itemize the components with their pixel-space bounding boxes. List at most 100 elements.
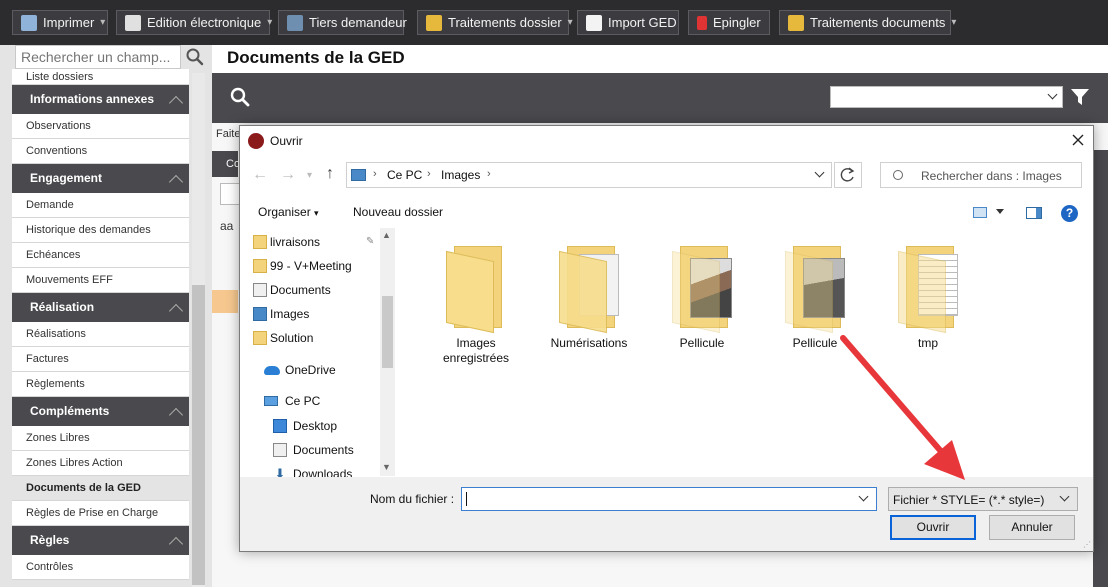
sidebar-section-complements[interactable]: Compléments (12, 397, 189, 426)
filetype-select[interactable]: Fichier * STYLE= (*.* style=) (888, 487, 1078, 511)
help-icon[interactable]: ? (1061, 205, 1078, 222)
search-icon (893, 170, 903, 180)
open-button[interactable]: Ouvrir (890, 515, 976, 540)
nav-item-meeting[interactable]: 99 - V+Meeting (253, 259, 352, 273)
sidebar-item-label: Observations (26, 120, 91, 132)
file-item-label: Images enregistrées (442, 336, 510, 365)
sidebar-item-label: Règles de Prise en Charge (26, 507, 159, 519)
nav-item-ce-pc[interactable]: Ce PC (264, 394, 320, 408)
nav-item-solution[interactable]: Solution (253, 331, 313, 345)
sidebar-section-informations-annexes[interactable]: Informations annexes (12, 85, 189, 114)
scroll-up-icon[interactable]: ▲ (382, 230, 391, 240)
sidebar-item-documents-ged[interactable]: Documents de la GED (12, 476, 189, 501)
sidebar-item-controles[interactable]: Contrôles (12, 555, 189, 580)
back-arrow-icon[interactable]: ← (252, 166, 268, 184)
sidebar-item-label: Zones Libres Action (26, 457, 123, 469)
refresh-button[interactable] (834, 162, 862, 188)
nav-item-desktop[interactable]: Desktop (273, 419, 338, 433)
search-icon[interactable] (229, 86, 251, 108)
breadcrumb-images[interactable]: Images (441, 168, 480, 182)
sidebar-item-conventions[interactable]: Conventions (12, 139, 189, 164)
pictures-icon (253, 307, 267, 321)
sidebar-item-reglements[interactable]: Règlements (12, 372, 189, 397)
nav-pane-scroll-thumb[interactable] (382, 296, 393, 368)
sidebar-item-factures[interactable]: Factures (12, 347, 189, 372)
sidebar-section-regles[interactable]: Règles (12, 526, 189, 555)
process-icon (788, 14, 804, 31)
file-item-pellicule-1[interactable]: Pellicule (652, 228, 752, 351)
folder-search-input[interactable]: Rechercher dans : Images (880, 162, 1082, 188)
sidebar-item-label: Mouvements EFF (26, 274, 113, 286)
sidebar-item-demande[interactable]: Demande (12, 193, 189, 218)
sidebar-item-zones-libres[interactable]: Zones Libres (12, 426, 189, 451)
file-item-numerisations[interactable]: Numérisations (539, 228, 639, 351)
nav-item-livraisons[interactable]: livraisons (253, 235, 320, 249)
resize-grip-icon[interactable]: ⋰ (1083, 540, 1091, 549)
chevron-down-icon[interactable] (996, 209, 1004, 214)
third-party-button[interactable]: Tiers demandeur (278, 10, 407, 35)
up-arrow-icon[interactable]: ↑ (326, 165, 334, 183)
nav-item-label: Images (270, 307, 310, 321)
chevron-up-icon (168, 174, 184, 190)
filter-icon[interactable] (1070, 88, 1090, 106)
dialog-titlebar[interactable]: Ouvrir (240, 126, 1093, 156)
search-icon[interactable] (185, 47, 205, 67)
file-item-pellicule-2[interactable]: Pellicule (765, 228, 865, 351)
nav-item-label: Desktop (293, 419, 338, 433)
field-search-input[interactable] (15, 45, 181, 69)
electronic-edition-label: Edition électronique (147, 15, 262, 30)
chevron-down-icon[interactable] (858, 491, 869, 502)
nav-item-images[interactable]: Images (253, 307, 310, 321)
electronic-edition-button[interactable]: Edition électronique ▾ (116, 10, 272, 35)
new-folder-button[interactable]: Nouveau dossier (353, 205, 443, 219)
sidebar-section-realisation[interactable]: Réalisation (12, 293, 189, 322)
filetype-value: Fichier * STYLE= (*.* style=) (893, 493, 1045, 507)
breadcrumb-ce-pc[interactable]: Ce PC (387, 168, 422, 182)
document-edit-icon (125, 14, 141, 31)
organize-menu[interactable]: Organiser ▾ (258, 205, 319, 219)
section-label: Compléments (30, 404, 110, 418)
document-icon (273, 443, 287, 457)
pin-button[interactable]: Epingler (688, 10, 770, 35)
table-row-highlight[interactable] (212, 290, 238, 313)
filename-input[interactable] (461, 487, 877, 511)
nav-item-onedrive[interactable]: OneDrive (264, 363, 336, 377)
recent-chevron-icon[interactable]: ▾ (307, 170, 312, 181)
nav-item-documents[interactable]: Documents (253, 283, 331, 297)
nav-item-label: Documents (270, 283, 331, 297)
filter-dropdown[interactable] (830, 86, 1063, 108)
close-icon[interactable] (1070, 132, 1086, 148)
sidebar-item-echeances[interactable]: Echéances (12, 243, 189, 268)
sidebar-item-observations[interactable]: Observations (12, 114, 189, 139)
file-item-tmp[interactable]: tmp (878, 228, 978, 351)
cancel-button[interactable]: Annuler (989, 515, 1075, 540)
file-item-label: Numérisations (550, 336, 628, 350)
sidebar-list: Liste dossiers Informations annexes Obse… (12, 69, 189, 580)
sidebar-item-historique[interactable]: Historique des demandes (12, 218, 189, 243)
import-ged-button[interactable]: Import GED (577, 10, 679, 35)
sidebar-item-zones-libres-action[interactable]: Zones Libres Action (12, 451, 189, 476)
sidebar-item-regles-prise-en-charge[interactable]: Règles de Prise en Charge (12, 501, 189, 526)
case-processing-button[interactable]: Traitements dossier ▾ (417, 10, 573, 35)
sidebar-item-mouvements[interactable]: Mouvements EFF (12, 268, 189, 293)
sidebar-section-engagement[interactable]: Engagement (12, 164, 189, 193)
view-mode-icon[interactable] (973, 207, 987, 218)
sidebar-item-realisations[interactable]: Réalisations (12, 322, 189, 347)
forward-arrow-icon[interactable]: → (280, 166, 296, 184)
sidebar-item-label: Historique des demandes (26, 224, 151, 236)
preview-pane-icon[interactable] (1026, 207, 1042, 219)
nav-item-documents-pc[interactable]: Documents (273, 443, 354, 457)
scroll-down-icon[interactable]: ▼ (382, 462, 391, 472)
table-filter-input[interactable] (220, 183, 240, 205)
chevron-down-icon[interactable] (814, 167, 825, 178)
refresh-icon (840, 167, 855, 182)
sidebar-item-label: Contrôles (26, 561, 74, 573)
sidebar-scroll-thumb[interactable] (192, 285, 205, 585)
document-processing-button[interactable]: Traitements documents ▾ (779, 10, 956, 35)
address-bar[interactable]: › Ce PC › Images › (346, 162, 832, 188)
sidebar-item-liste-dossiers[interactable]: Liste dossiers (12, 69, 189, 85)
app-icon (248, 133, 264, 149)
print-button[interactable]: Imprimer ▾ (12, 10, 108, 35)
sidebar-item-label: Règlements (26, 378, 85, 390)
file-item-images-enregistrees[interactable]: Images enregistrées (426, 228, 526, 366)
